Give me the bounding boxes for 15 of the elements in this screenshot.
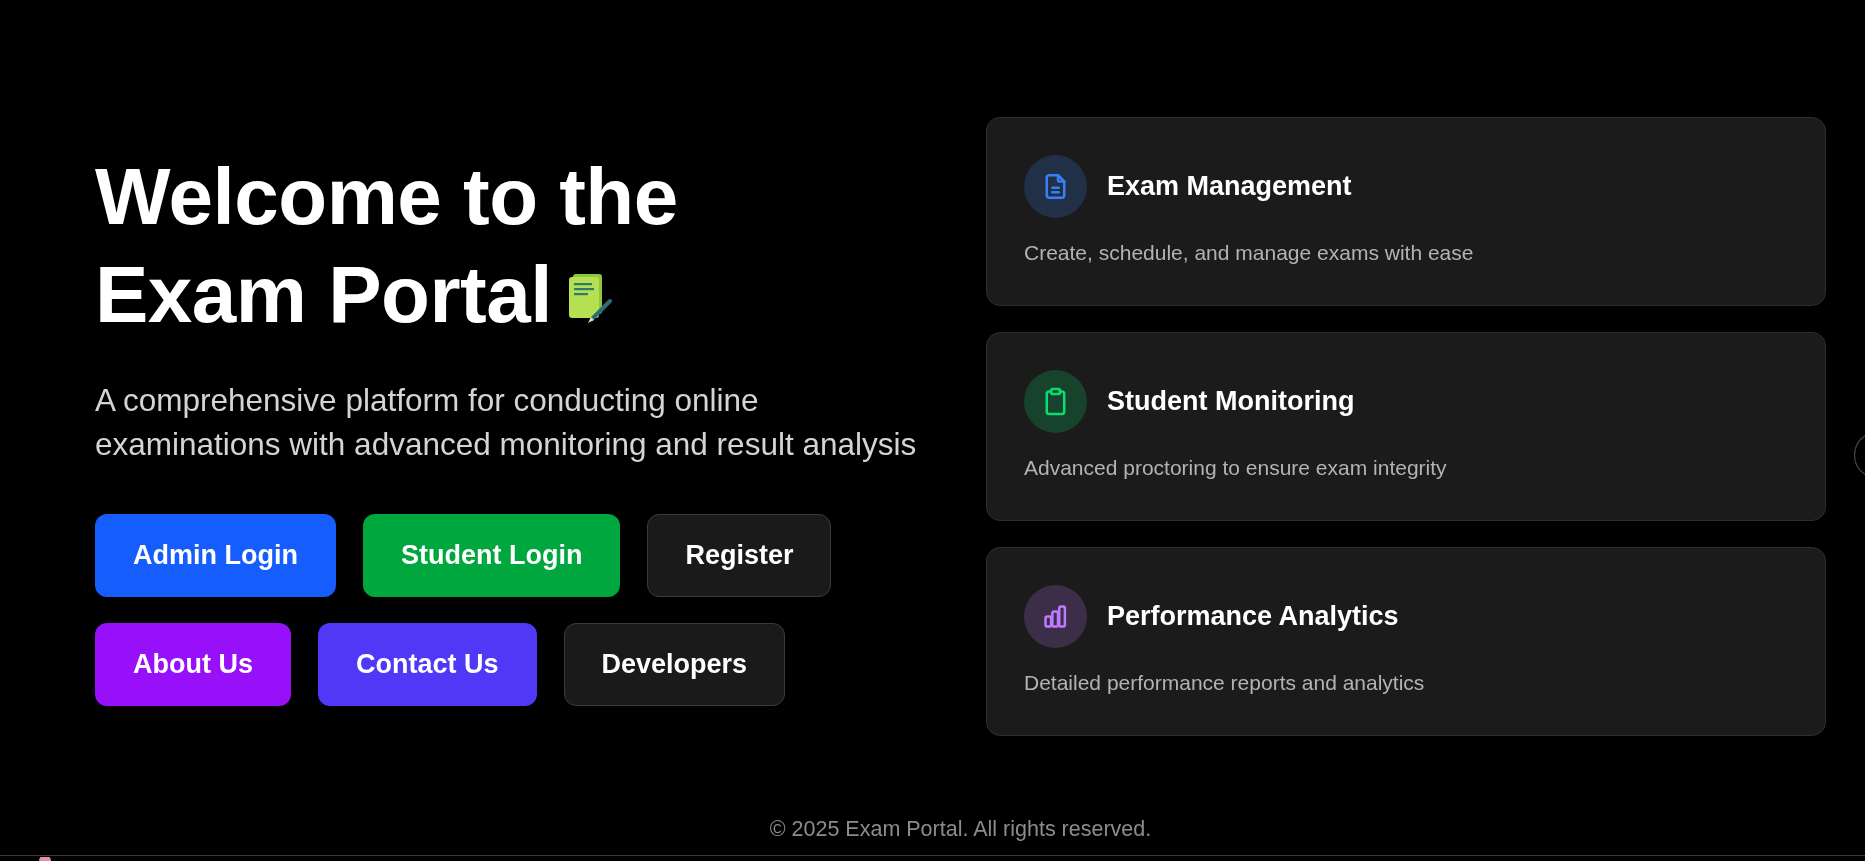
copyright-text: © 2025 Exam Portal. All rights reserved. bbox=[769, 817, 1152, 841]
admin-login-button[interactable]: Admin Login bbox=[95, 513, 336, 597]
feature-description: Detailed performance reports and analytics bbox=[1024, 670, 1426, 696]
developers-button[interactable]: Developers bbox=[563, 622, 786, 706]
contact-us-button[interactable]: Contact Us bbox=[318, 622, 537, 706]
page-title: Welcome to the bbox=[95, 151, 678, 241]
feature-title: Exam Management bbox=[1107, 171, 1352, 202]
register-button[interactable]: Register bbox=[647, 513, 832, 597]
about-us-button[interactable]: About Us bbox=[95, 622, 291, 706]
feature-description: Advanced proctoring to ensure exam integrity bbox=[1024, 455, 1448, 481]
feature-description: Create, schedule, and manage exams with ease bbox=[1024, 240, 1475, 266]
feature-title: Student Monitoring bbox=[1107, 386, 1355, 417]
page-subtitle: A comprehensive platform for conducting online examinations with advanced monitoring and result analysis bbox=[95, 380, 918, 464]
page-title: Exam Portal bbox=[95, 249, 552, 339]
feature-title: Performance Analytics bbox=[1107, 601, 1399, 632]
